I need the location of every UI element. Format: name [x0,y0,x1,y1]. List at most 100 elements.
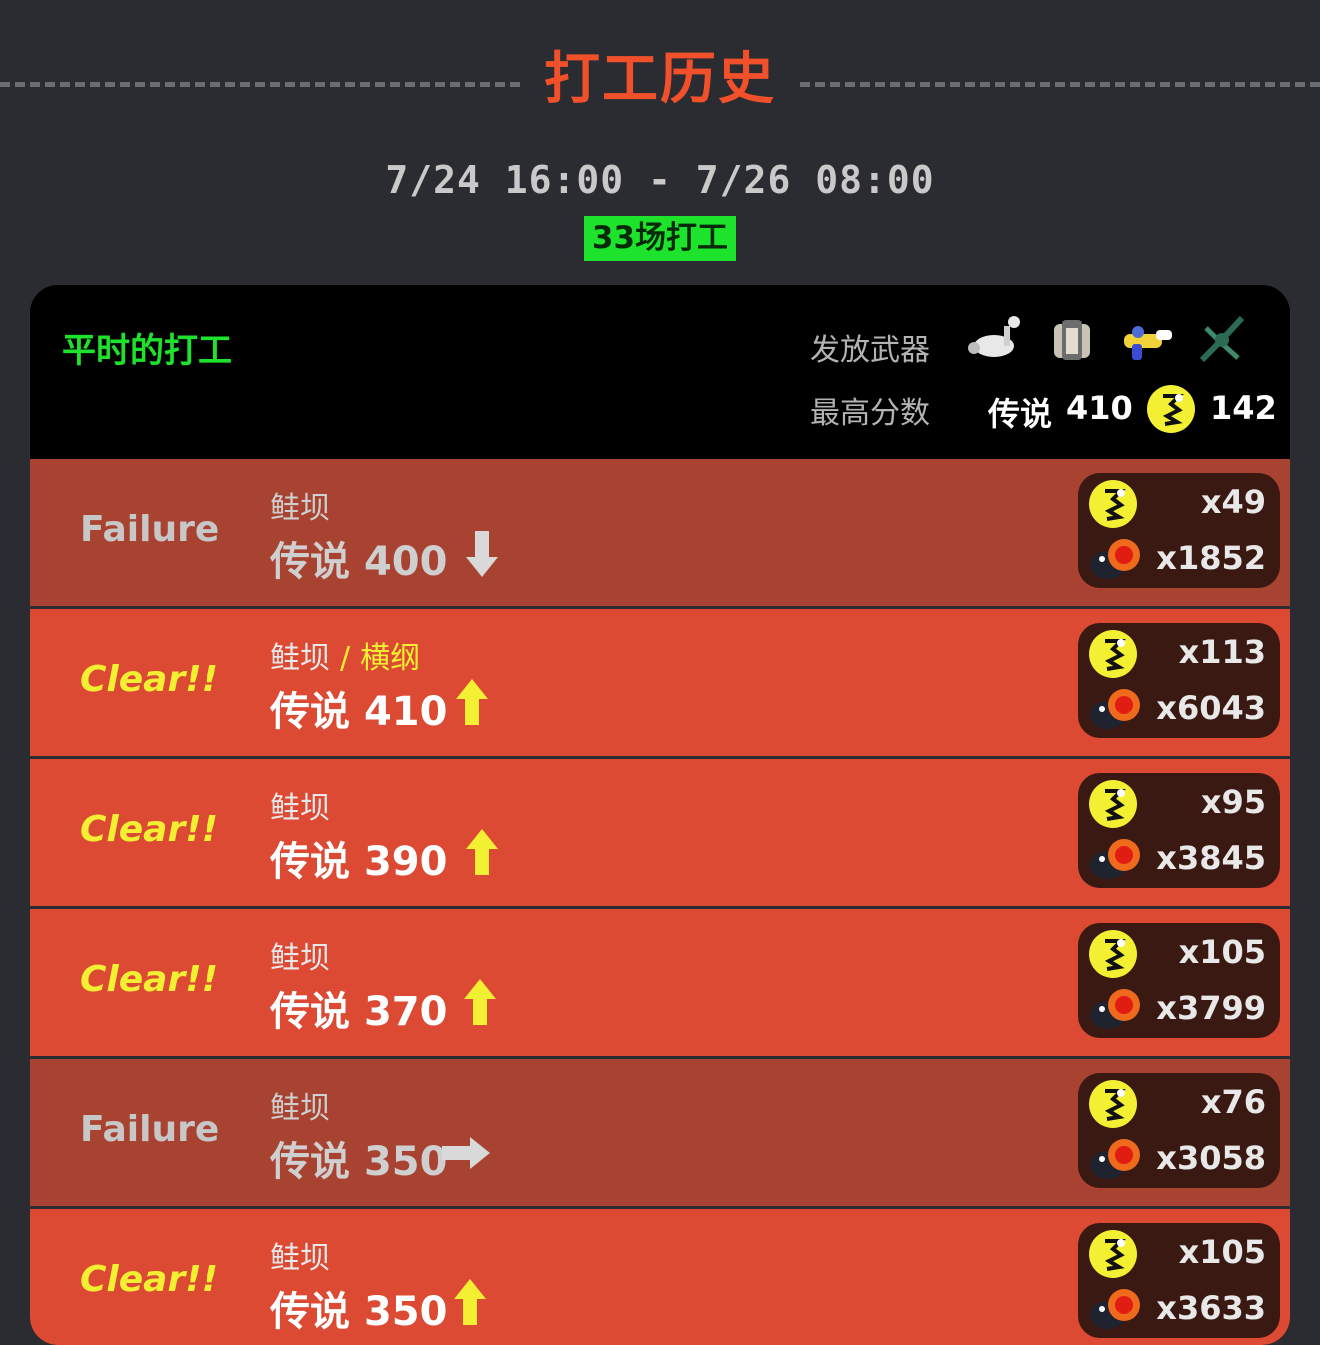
golden-egg-count: x113 [1178,633,1266,671]
panel-header: 平时的打工 发放武器 最高分数 传说 410 142 [30,285,1290,459]
shift-result: Failure [80,1109,220,1150]
shift-result: Failure [80,509,220,550]
golden-egg-icon [1089,480,1137,528]
egg-stats: x76 x3058 [1078,1073,1280,1188]
power-egg-count: x3633 [1156,1289,1266,1327]
shift-row[interactable]: Clear!! 鲑坝 / 横纲 传说 410 x113 x6043 [30,609,1290,759]
egg-stats: x95 x3845 [1078,773,1280,888]
trend-down-arrow-icon [466,531,498,577]
tri-stringer-icon [1054,320,1090,360]
stage-name: 鲑坝 [270,641,330,676]
stage-name: 鲑坝 [270,491,330,526]
grade-points: 370 [363,989,448,1035]
best-score: 410 [1066,389,1133,427]
power-egg-icon [1090,989,1140,1029]
trend-up-arrow-icon [456,679,488,725]
grade-label: 传说 [270,689,350,735]
shift-count-badge: 33场打工 [584,216,736,261]
best-score-label: 最高分数 [810,396,930,431]
power-egg-icon [1090,689,1140,729]
stage-name: 鲑坝 [270,791,330,826]
shift-row[interactable]: Clear!! 鲑坝 传说 390 x95 x3845 [30,759,1290,909]
stage-name: 鲑坝 [270,1241,330,1276]
shift-row[interactable]: Failure 鲑坝 传说 400 x49 x1852 [30,459,1290,609]
stage-name: 鲑坝 [270,1091,330,1126]
weapons-label: 发放武器 [810,333,930,368]
grade-line: 传说 390 [270,829,447,887]
grade-label: 传说 [270,539,350,585]
grade-label: 传说 [270,989,350,1035]
grade-line: 传说 370 [270,979,447,1037]
golden-egg-count: x49 [1200,483,1266,521]
golden-egg-count: x95 [1200,783,1266,821]
title-divider-left [0,82,520,87]
sploosh-o-matic-icon [1124,326,1172,360]
golden-egg-count: x105 [1178,1233,1266,1271]
golden-egg-count: x76 [1200,1083,1266,1121]
grade-points: 410 [363,689,448,735]
golden-egg-icon [1089,930,1137,978]
trend-right-arrow-icon [442,1137,490,1169]
shift-result: Clear!! [80,809,219,850]
title-row: 打工历史 [0,22,1320,112]
shift-row[interactable]: Failure 鲑坝 传说 350 x76 x3058 [30,1059,1290,1209]
grade-line: 传说 350 [270,1129,447,1187]
grade-label: 传说 [270,1139,350,1185]
shift-result: Clear!! [80,959,219,1000]
egg-stats: x49 x1852 [1078,473,1280,588]
best-golden-eggs: 142 [1210,389,1277,427]
shift-result: Clear!! [80,1259,219,1300]
egg-stats: x105 x3799 [1078,923,1280,1038]
power-egg-icon [1090,1289,1140,1329]
splatterscope-icon [968,316,1020,357]
mode-title: 平时的打工 [62,331,232,371]
power-egg-count: x1852 [1156,539,1266,577]
shift-row[interactable]: Clear!! 鲑坝 传说 350 x105 x3633 [30,1209,1290,1345]
trend-up-arrow-icon [466,829,498,875]
stage-separator: / [340,641,351,676]
shift-result: Clear!! [80,659,219,700]
golden-egg-icon [1089,1080,1137,1128]
stage-name: 鲑坝 [270,941,330,976]
stage-line: 鲑坝 [270,783,330,827]
best-grade: 传说 [988,395,1053,433]
stage-line: 鲑坝 [270,1233,330,1277]
power-egg-count: x3799 [1156,989,1266,1027]
egg-stats: x113 x6043 [1078,623,1280,738]
grade-line: 传说 410 [270,679,447,737]
power-egg-count: x6043 [1156,689,1266,727]
trend-up-arrow-icon [464,979,496,1025]
power-egg-icon [1090,539,1140,579]
golden-egg-icon [1089,1230,1137,1278]
power-egg-icon [1090,839,1140,879]
golden-egg-icon [1147,385,1195,433]
grade-line: 传说 350 [270,1279,447,1337]
title-divider-right [800,82,1320,87]
egg-stats: x105 x3633 [1078,1223,1280,1338]
trend-up-arrow-icon [454,1279,486,1325]
golden-egg-count: x105 [1178,933,1266,971]
king-salmonid-name: 横纲 [360,641,421,676]
power-egg-count: x3058 [1156,1139,1266,1177]
grade-label: 传说 [270,839,350,885]
grade-line: 传说 400 [270,529,447,587]
grade-points: 400 [363,539,448,585]
shift-panel: 平时的打工 发放武器 最高分数 传说 410 142 Failure 鲑坝 传说… [30,285,1290,1345]
page-title: 打工历史 [544,47,776,112]
shift-list: Failure 鲑坝 传说 400 x49 x1852 Clear!! 鲑坝 / 横… [30,459,1290,1345]
golden-egg-icon [1089,630,1137,678]
shift-period: 7/24 16:00 - 7/26 08:00 [385,158,935,202]
stage-line: 鲑坝 / 横纲 [270,633,420,677]
power-egg-icon [1090,1139,1140,1179]
stage-line: 鲑坝 [270,933,330,977]
golden-egg-icon [1089,780,1137,828]
tri-bow-icon [1199,315,1245,363]
stage-line: 鲑坝 [270,1083,330,1127]
grade-points: 350 [363,1139,448,1185]
power-egg-count: x3845 [1156,839,1266,877]
shift-row[interactable]: Clear!! 鲑坝 传说 370 x105 x3799 [30,909,1290,1059]
grade-points: 390 [363,839,448,885]
grade-label: 传说 [270,1289,350,1335]
stage-line: 鲑坝 [270,483,330,527]
grade-points: 350 [363,1289,448,1335]
